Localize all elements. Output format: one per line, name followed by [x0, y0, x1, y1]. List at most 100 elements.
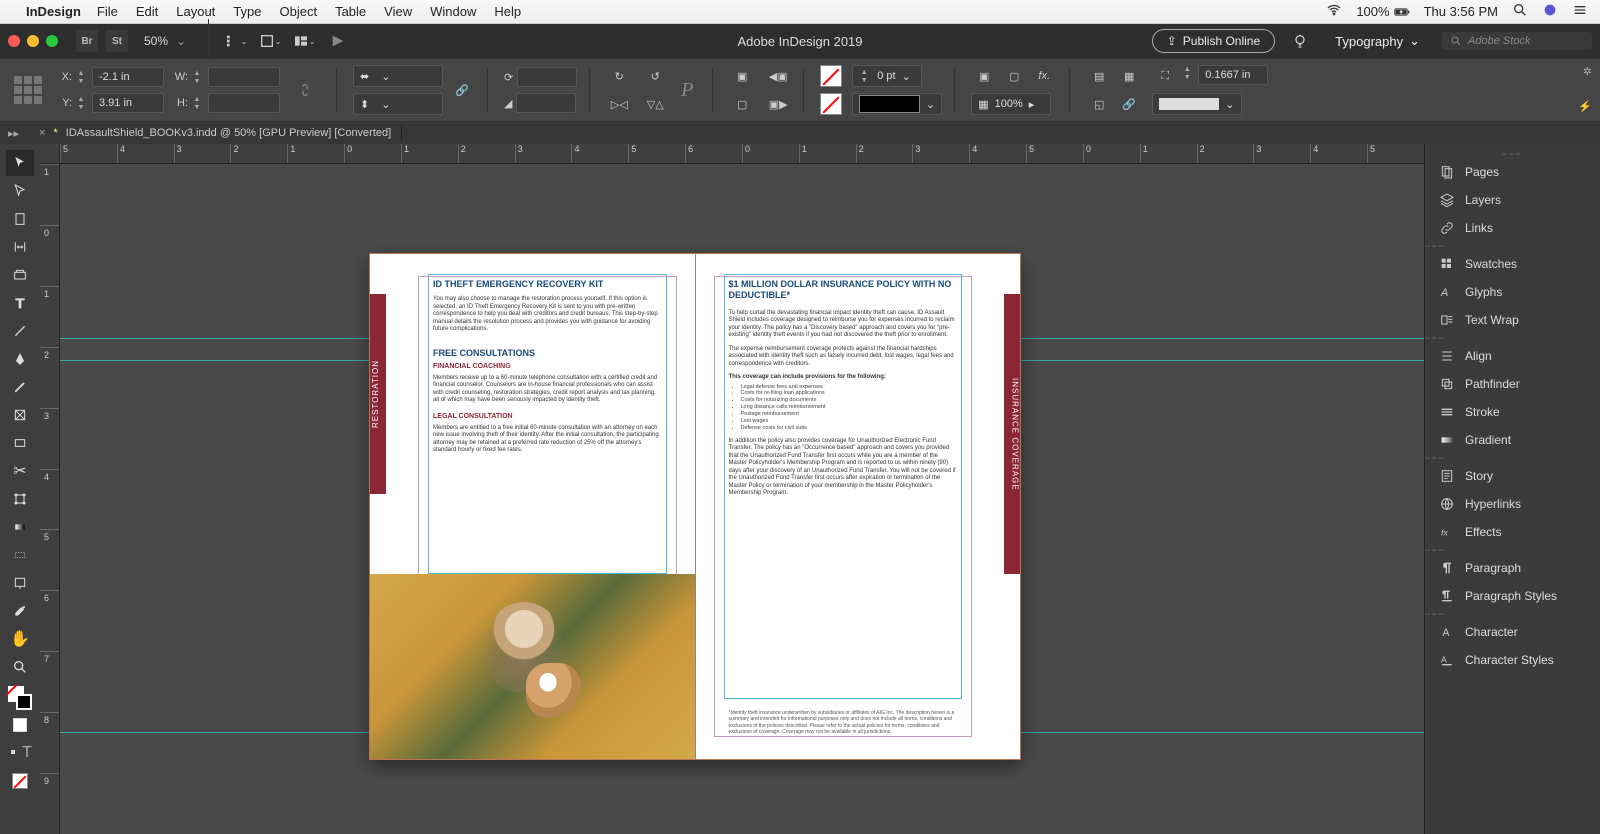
select-next-icon[interactable]: ▣▶	[765, 93, 791, 115]
publish-online-button[interactable]: ⇪ Publish Online	[1152, 29, 1275, 53]
wifi-icon[interactable]	[1326, 2, 1342, 21]
close-tab-icon[interactable]: ×	[39, 127, 45, 139]
corners-icon[interactable]: ◱	[1086, 93, 1112, 115]
page-tool[interactable]	[6, 206, 34, 232]
menu-object[interactable]: Object	[280, 4, 318, 19]
panel-grip[interactable]: ┅┅┅	[1425, 454, 1600, 462]
panel-character-styles[interactable]: ACharacter Styles	[1425, 646, 1600, 674]
spotlight-icon[interactable]	[1512, 2, 1528, 21]
fill-stroke-proxy[interactable]	[8, 686, 32, 710]
text-frame[interactable]: $1 MILLION DOLLAR INSURANCE POLICY WITH …	[724, 274, 963, 699]
panel-grip[interactable]: ┅┅┅	[1425, 546, 1600, 554]
line-tool[interactable]	[6, 318, 34, 344]
canvas[interactable]: 543210123456012345012345 10123456789 RES…	[40, 144, 1424, 834]
panel-paragraph[interactable]: Paragraph	[1425, 554, 1600, 582]
menu-layout[interactable]: Layout	[176, 4, 215, 19]
w-input[interactable]	[208, 67, 280, 87]
photo-placeholder[interactable]	[370, 574, 695, 759]
stock-search[interactable]: Adobe Stock	[1442, 32, 1592, 50]
x-input[interactable]: -2.1 in	[92, 67, 164, 87]
opacity-icon[interactable]: ▢	[1001, 65, 1027, 87]
menu-table[interactable]: Table	[335, 4, 366, 19]
arrange-icon[interactable]: ⌄	[291, 30, 317, 52]
scale-y[interactable]: ⬍⌄	[353, 93, 443, 115]
shear-input[interactable]	[516, 93, 576, 113]
preflight-icon[interactable]: ⚡	[1578, 100, 1592, 113]
close-window[interactable]	[8, 35, 20, 47]
gradient-swatch-tool[interactable]	[6, 514, 34, 540]
page-left[interactable]: RESTORATION ID THEFT EMERGENCY RECOVERY …	[370, 254, 695, 759]
menu-extras-icon[interactable]	[1572, 2, 1588, 21]
panel-gradient[interactable]: Gradient	[1425, 426, 1600, 454]
menu-type[interactable]: Type	[233, 4, 261, 19]
screen-mode-icon[interactable]: ⌄	[257, 30, 283, 52]
rotate-input[interactable]	[517, 67, 577, 87]
eyedropper-tool[interactable]	[6, 598, 34, 624]
stroke-style[interactable]: ⌄	[852, 93, 942, 115]
menu-edit[interactable]: Edit	[136, 4, 158, 19]
menu-help[interactable]: Help	[494, 4, 521, 19]
rectangle-frame-tool[interactable]	[6, 402, 34, 428]
flip-v-icon[interactable]: ▽△	[642, 93, 668, 115]
expand-panels-icon[interactable]: ▸▸	[8, 127, 19, 140]
gradient-feather-tool[interactable]	[6, 542, 34, 568]
default-fill-icon[interactable]	[6, 712, 34, 738]
hand-tool[interactable]: ✋	[6, 626, 34, 652]
panel-hyperlinks[interactable]: Hyperlinks	[1425, 490, 1600, 518]
gap-tool[interactable]	[6, 234, 34, 260]
panel-paragraph-styles[interactable]: Paragraph Styles	[1425, 582, 1600, 610]
link-icon[interactable]: 🔗	[449, 79, 475, 101]
panel-align[interactable]: Align	[1425, 342, 1600, 370]
text-frame[interactable]: ID THEFT EMERGENCY RECOVERY KIT You may …	[428, 274, 667, 574]
customize-icon[interactable]: ✲	[1583, 65, 1592, 78]
gutter-input[interactable]: 0.1667 in	[1198, 65, 1268, 85]
panel-grip[interactable]: ┅┅┅	[1425, 242, 1600, 250]
drop-shadow-icon[interactable]: ▣	[971, 65, 997, 87]
fx-icon[interactable]: fx.	[1031, 65, 1057, 87]
fit-frame-icon[interactable]: ⛶	[1152, 65, 1178, 87]
constrain-icon[interactable]	[292, 79, 318, 101]
flip-h-icon[interactable]: ▷◁	[606, 93, 632, 115]
type-tool[interactable]	[6, 290, 34, 316]
tips-icon[interactable]	[1287, 30, 1313, 52]
stroke-swatch[interactable]	[820, 93, 842, 115]
panel-layers[interactable]: Layers	[1425, 186, 1600, 214]
opacity-input[interactable]: ▦100%▸	[971, 93, 1051, 115]
ruler-vertical[interactable]: 10123456789	[40, 164, 60, 834]
bridge-button[interactable]: Br	[76, 30, 98, 52]
select-container-icon[interactable]: ▣	[729, 65, 755, 87]
panel-swatches[interactable]: Swatches	[1425, 250, 1600, 278]
corner-style[interactable]: ⌄	[1152, 93, 1242, 115]
menu-window[interactable]: Window	[430, 4, 476, 19]
y-input[interactable]: 3.91 in	[92, 93, 164, 113]
rotate-ccw-icon[interactable]: ↺	[642, 65, 668, 87]
select-content-icon[interactable]: ▢	[729, 93, 755, 115]
reference-point[interactable]	[14, 76, 42, 104]
selection-tool[interactable]	[6, 150, 34, 176]
rotate-cw-icon[interactable]: ↻	[606, 65, 632, 87]
clear-transform-icon[interactable]: P	[674, 79, 700, 101]
direct-selection-tool[interactable]	[6, 178, 34, 204]
content-collector-tool[interactable]	[6, 262, 34, 288]
panel-story[interactable]: Story	[1425, 462, 1600, 490]
note-tool[interactable]	[6, 570, 34, 596]
panel-text-wrap[interactable]: Text Wrap	[1425, 306, 1600, 334]
apply-color-icon[interactable]: ▪	[6, 740, 20, 766]
panel-links[interactable]: Links	[1425, 214, 1600, 242]
h-input[interactable]	[208, 93, 280, 113]
panel-glyphs[interactable]: AGlyphs	[1425, 278, 1600, 306]
panel-effects[interactable]: fxEffects	[1425, 518, 1600, 546]
panel-grip[interactable]: ┅┅┅	[1425, 334, 1600, 342]
gpu-preview-icon[interactable]	[325, 30, 351, 52]
app-name[interactable]: InDesign	[26, 4, 81, 19]
battery-status[interactable]: 100%	[1356, 4, 1409, 20]
panel-stroke[interactable]: Stroke	[1425, 398, 1600, 426]
corners-link-icon[interactable]: 🔗	[1116, 93, 1142, 115]
wrap-none-icon[interactable]: ▤	[1086, 65, 1112, 87]
pencil-tool[interactable]	[6, 374, 34, 400]
select-prev-icon[interactable]: ◀▣	[765, 65, 791, 87]
ruler-horizontal[interactable]: 543210123456012345012345	[60, 144, 1424, 164]
free-transform-tool[interactable]	[6, 486, 34, 512]
apply-text-icon[interactable]: T	[20, 740, 34, 766]
zoom-selector[interactable]: 50% ⌄	[136, 34, 194, 48]
